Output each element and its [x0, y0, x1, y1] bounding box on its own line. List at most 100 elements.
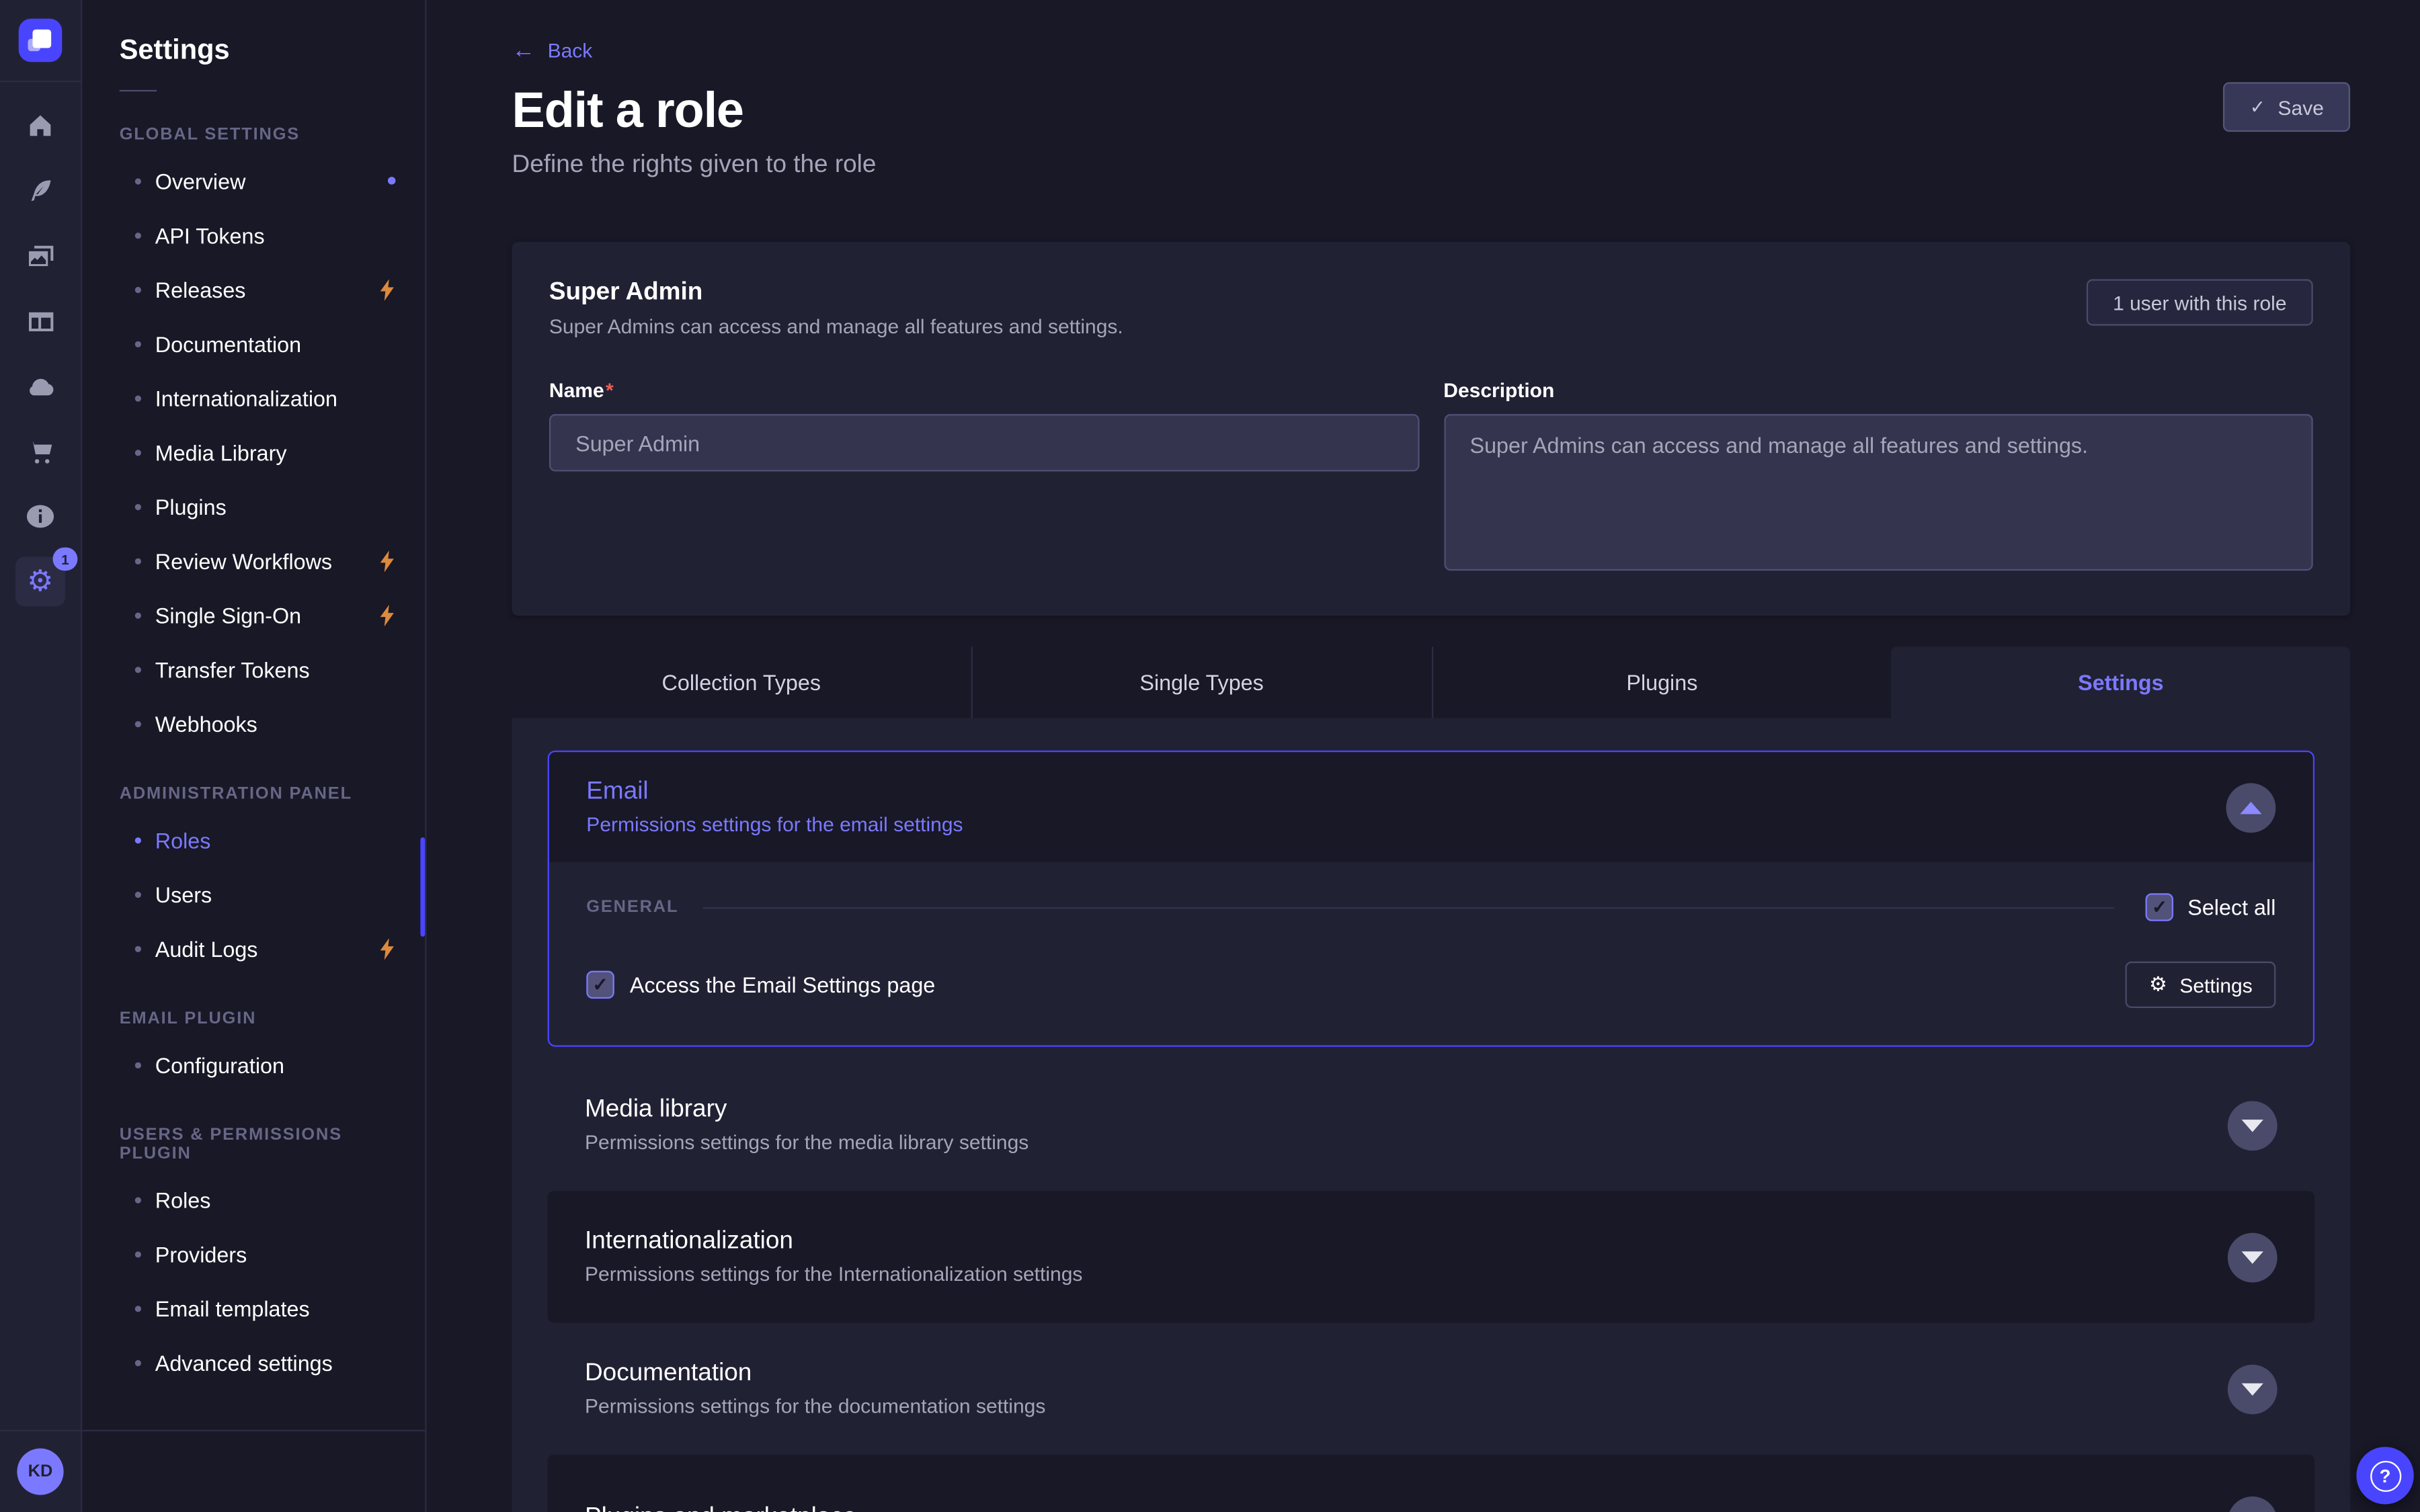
bullet-icon [135, 286, 141, 292]
bullet-icon [135, 341, 141, 347]
back-label: Back [548, 39, 593, 62]
gear-icon: ⚙ [27, 566, 53, 596]
collapse-button[interactable] [2226, 782, 2276, 832]
content-type-builder-icon[interactable] [8, 288, 73, 353]
section-header-email-plugin: EMAIL PLUGIN [120, 1009, 388, 1028]
save-button[interactable]: ✓ Save [2224, 82, 2351, 132]
bullet-icon [135, 1196, 141, 1202]
permission-checkbox[interactable]: ✓ [586, 971, 614, 999]
section-header-users-permissions-plugin: USERS & PERMISSIONS PLUGIN [120, 1126, 388, 1163]
help-button[interactable]: ? [2356, 1447, 2413, 1504]
name-field-label: Name* [549, 378, 1418, 402]
sidebar-item-users[interactable]: Users [82, 867, 425, 921]
bullet-icon [135, 177, 141, 183]
lightning-icon [378, 937, 395, 959]
check-icon: ✓ [2250, 96, 2265, 118]
description-textarea[interactable]: Super Admins can access and manage all f… [1443, 414, 2312, 571]
sidebar-item-roles-admin[interactable]: Roles [82, 812, 425, 867]
bullet-icon [135, 503, 141, 509]
select-all-checkbox[interactable]: ✓ [2146, 893, 2174, 921]
back-link[interactable]: ← Back [512, 39, 593, 62]
logo-container [0, 0, 81, 82]
sidebar-item-plugins[interactable]: Plugins [82, 479, 425, 534]
accordion-plugins-and-marketplace[interactable]: Plugins and marketplace [548, 1455, 2314, 1512]
sidebar-item-releases[interactable]: Releases [82, 262, 425, 317]
description-field-label: Description [1443, 378, 2312, 402]
bullet-icon [135, 1305, 141, 1311]
sidebar-item-transfer-tokens[interactable]: Transfer Tokens [82, 642, 425, 696]
permission-label: Access the Email Settings page [630, 972, 935, 997]
bullet-icon [135, 232, 141, 238]
role-card: Super Admin Super Admins can access and … [512, 242, 2351, 616]
role-description-text: Super Admins can access and manage all f… [549, 314, 1123, 338]
chevron-up-icon [2240, 801, 2261, 813]
settings-permissions-panel: Email Permissions settings for the email… [512, 718, 2351, 1512]
accordion-media-library[interactable]: Media library Permissions settings for t… [548, 1059, 2314, 1191]
tab-plugins[interactable]: Plugins [1431, 646, 1892, 718]
sidebar-item-api-tokens[interactable]: API Tokens [82, 208, 425, 262]
bullet-icon [135, 558, 141, 564]
bullet-icon [135, 1251, 141, 1257]
settings-sidebar: Settings GLOBAL SETTINGS Overview API To… [82, 0, 426, 1512]
accordion-subtitle: Permissions settings for the email setti… [586, 812, 963, 836]
user-avatar[interactable]: KD [17, 1448, 63, 1495]
accordion-email-body: GENERAL ✓ Select all ✓ Access the Email … [549, 862, 2313, 1045]
select-all-label: Select all [2187, 895, 2275, 920]
sidebar-item-advanced-settings[interactable]: Advanced settings [82, 1335, 425, 1390]
lightning-icon [378, 604, 395, 626]
info-icon[interactable] [8, 484, 73, 549]
tab-settings[interactable]: Settings [1892, 646, 2351, 718]
sidebar-item-configuration[interactable]: Configuration [82, 1038, 425, 1092]
home-icon[interactable] [8, 93, 73, 158]
sidebar-footer [82, 1430, 425, 1512]
sidebar-item-audit-logs[interactable]: Audit Logs [82, 921, 425, 976]
expand-button[interactable] [2228, 1496, 2277, 1512]
page-title: Edit a role [512, 82, 743, 139]
permission-settings-button[interactable]: ⚙ Settings [2126, 962, 2275, 1008]
sidebar-item-email-templates[interactable]: Email templates [82, 1281, 425, 1335]
expand-button[interactable] [2228, 1364, 2277, 1414]
accordion-title: Email [586, 778, 963, 806]
permission-group-label: GENERAL [586, 898, 678, 917]
permissions-tablist: Collection Types Single Types Plugins Se… [512, 646, 2351, 718]
chevron-down-icon [2242, 1119, 2263, 1131]
chevron-down-icon [2242, 1382, 2263, 1394]
accordion-email-header[interactable]: Email Permissions settings for the email… [549, 752, 2313, 862]
sidebar-item-media-library[interactable]: Media Library [82, 425, 425, 479]
bullet-icon [135, 891, 141, 897]
strapi-logo-icon[interactable] [19, 19, 63, 62]
accordion-documentation[interactable]: Documentation Permissions settings for t… [548, 1322, 2314, 1454]
name-input[interactable] [549, 414, 1418, 471]
sidebar-item-webhooks[interactable]: Webhooks [82, 696, 425, 751]
content-manager-feather-icon[interactable] [8, 158, 73, 223]
sidebar-scrollbar-thumb[interactable] [420, 837, 425, 937]
sidebar-item-review-workflows[interactable]: Review Workflows [82, 534, 425, 588]
media-library-icon[interactable] [8, 223, 73, 288]
expand-button[interactable] [2228, 1100, 2277, 1150]
accordion-email: Email Permissions settings for the email… [548, 751, 2314, 1047]
bullet-icon [135, 666, 141, 672]
bullet-icon [135, 720, 141, 726]
marketplace-cart-icon[interactable] [8, 419, 73, 484]
main-nav-rail: ⚙ 1 KD [0, 0, 82, 1512]
sidebar-item-providers[interactable]: Providers [82, 1226, 425, 1281]
bullet-icon [135, 612, 141, 618]
tab-collection-types[interactable]: Collection Types [512, 646, 971, 718]
sidebar-item-single-sign-on[interactable]: Single Sign-On [82, 588, 425, 642]
sidebar-item-roles-up[interactable]: Roles [82, 1173, 425, 1227]
sidebar-item-internationalization[interactable]: Internationalization [82, 371, 425, 425]
cloud-icon[interactable] [8, 353, 73, 419]
bullet-icon [135, 946, 141, 952]
gear-icon: ⚙ [2149, 974, 2167, 995]
expand-button[interactable] [2228, 1232, 2277, 1282]
settings-nav-item[interactable]: ⚙ 1 [8, 549, 73, 614]
settings-badge: 1 [52, 548, 77, 571]
bullet-icon [135, 1359, 141, 1366]
tab-single-types[interactable]: Single Types [971, 646, 1431, 718]
sidebar-item-overview[interactable]: Overview [82, 153, 425, 208]
bullet-icon [135, 394, 141, 401]
accordion-internationalization[interactable]: Internationalization Permissions setting… [548, 1191, 2314, 1322]
notification-dot-icon [388, 177, 396, 185]
sidebar-item-documentation[interactable]: Documentation [82, 317, 425, 371]
users-with-role-button[interactable]: 1 user with this role [2087, 279, 2313, 325]
